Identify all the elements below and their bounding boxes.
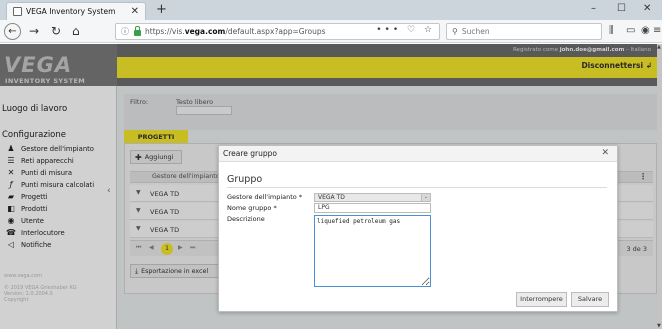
forward-icon[interactable]: → bbox=[29, 23, 39, 39]
new-tab-icon[interactable]: + bbox=[156, 2, 167, 17]
tab-title: VEGA Inventory System bbox=[26, 7, 116, 16]
section-title: Gruppo bbox=[227, 174, 263, 185]
window-close-icon[interactable]: ✕ bbox=[643, 3, 651, 14]
search-icon: ⚲ bbox=[452, 27, 458, 36]
browser-search-input[interactable]: ⚲ Suchen bbox=[446, 23, 602, 40]
dialog-header: Creare gruppo ✕ bbox=[219, 146, 617, 162]
browser-tab[interactable]: VEGA Inventory System ✕ bbox=[6, 2, 146, 20]
description-label: Descrizione bbox=[227, 215, 265, 223]
maximize-icon[interactable]: ☐ bbox=[617, 3, 626, 14]
tab-close-icon[interactable]: ✕ bbox=[131, 6, 139, 17]
close-icon[interactable]: ✕ bbox=[601, 148, 609, 158]
info-icon[interactable]: ⓘ bbox=[121, 26, 129, 37]
browser-titlebar: VEGA Inventory System ✕ + – ☐ ✕ bbox=[0, 0, 662, 20]
minimize-icon[interactable]: – bbox=[591, 3, 596, 14]
account-icon[interactable]: ◉ bbox=[641, 25, 650, 36]
lock-icon bbox=[134, 25, 141, 36]
create-group-dialog: Creare gruppo ✕ Gruppo Gestore dell'impi… bbox=[218, 145, 618, 312]
operator-select[interactable]: VEGA TD ⌄ bbox=[314, 193, 431, 202]
sidebar-toggle-icon[interactable]: ▭ bbox=[626, 25, 635, 36]
chevron-down-icon[interactable]: ⌄ bbox=[421, 194, 430, 201]
group-name-input[interactable]: LPG bbox=[314, 203, 431, 213]
page-actions-icon[interactable]: ••• ♡ ☆ bbox=[376, 25, 435, 35]
description-textarea[interactable]: liquefied petroleum gas bbox=[314, 215, 431, 287]
url-text: https://vis.vega.com/default.aspx?app=Gr… bbox=[145, 27, 326, 36]
address-bar[interactable]: ⓘ https://vis.vega.com/default.aspx?app=… bbox=[115, 23, 440, 40]
menu-icon[interactable]: ≡ bbox=[653, 25, 661, 36]
back-icon[interactable]: ← bbox=[4, 23, 21, 40]
reload-icon[interactable]: ↻ bbox=[51, 23, 61, 39]
group-name-label: Nome gruppo * bbox=[227, 204, 277, 212]
favicon-icon bbox=[13, 7, 22, 16]
home-icon[interactable]: ⌂ bbox=[72, 23, 80, 39]
dialog-title: Creare gruppo bbox=[223, 149, 277, 158]
save-button[interactable]: Salvare bbox=[571, 292, 609, 307]
operator-label: Gestore dell'impianto * bbox=[227, 193, 303, 201]
cancel-button[interactable]: Interrompere bbox=[516, 292, 567, 307]
library-icon[interactable]: ⫼ bbox=[609, 25, 614, 36]
search-placeholder: Suchen bbox=[461, 27, 490, 36]
divider bbox=[227, 187, 607, 188]
browser-navbar: ← → ↻ ⌂ ⓘ https://vis.vega.com/default.a… bbox=[0, 20, 662, 43]
